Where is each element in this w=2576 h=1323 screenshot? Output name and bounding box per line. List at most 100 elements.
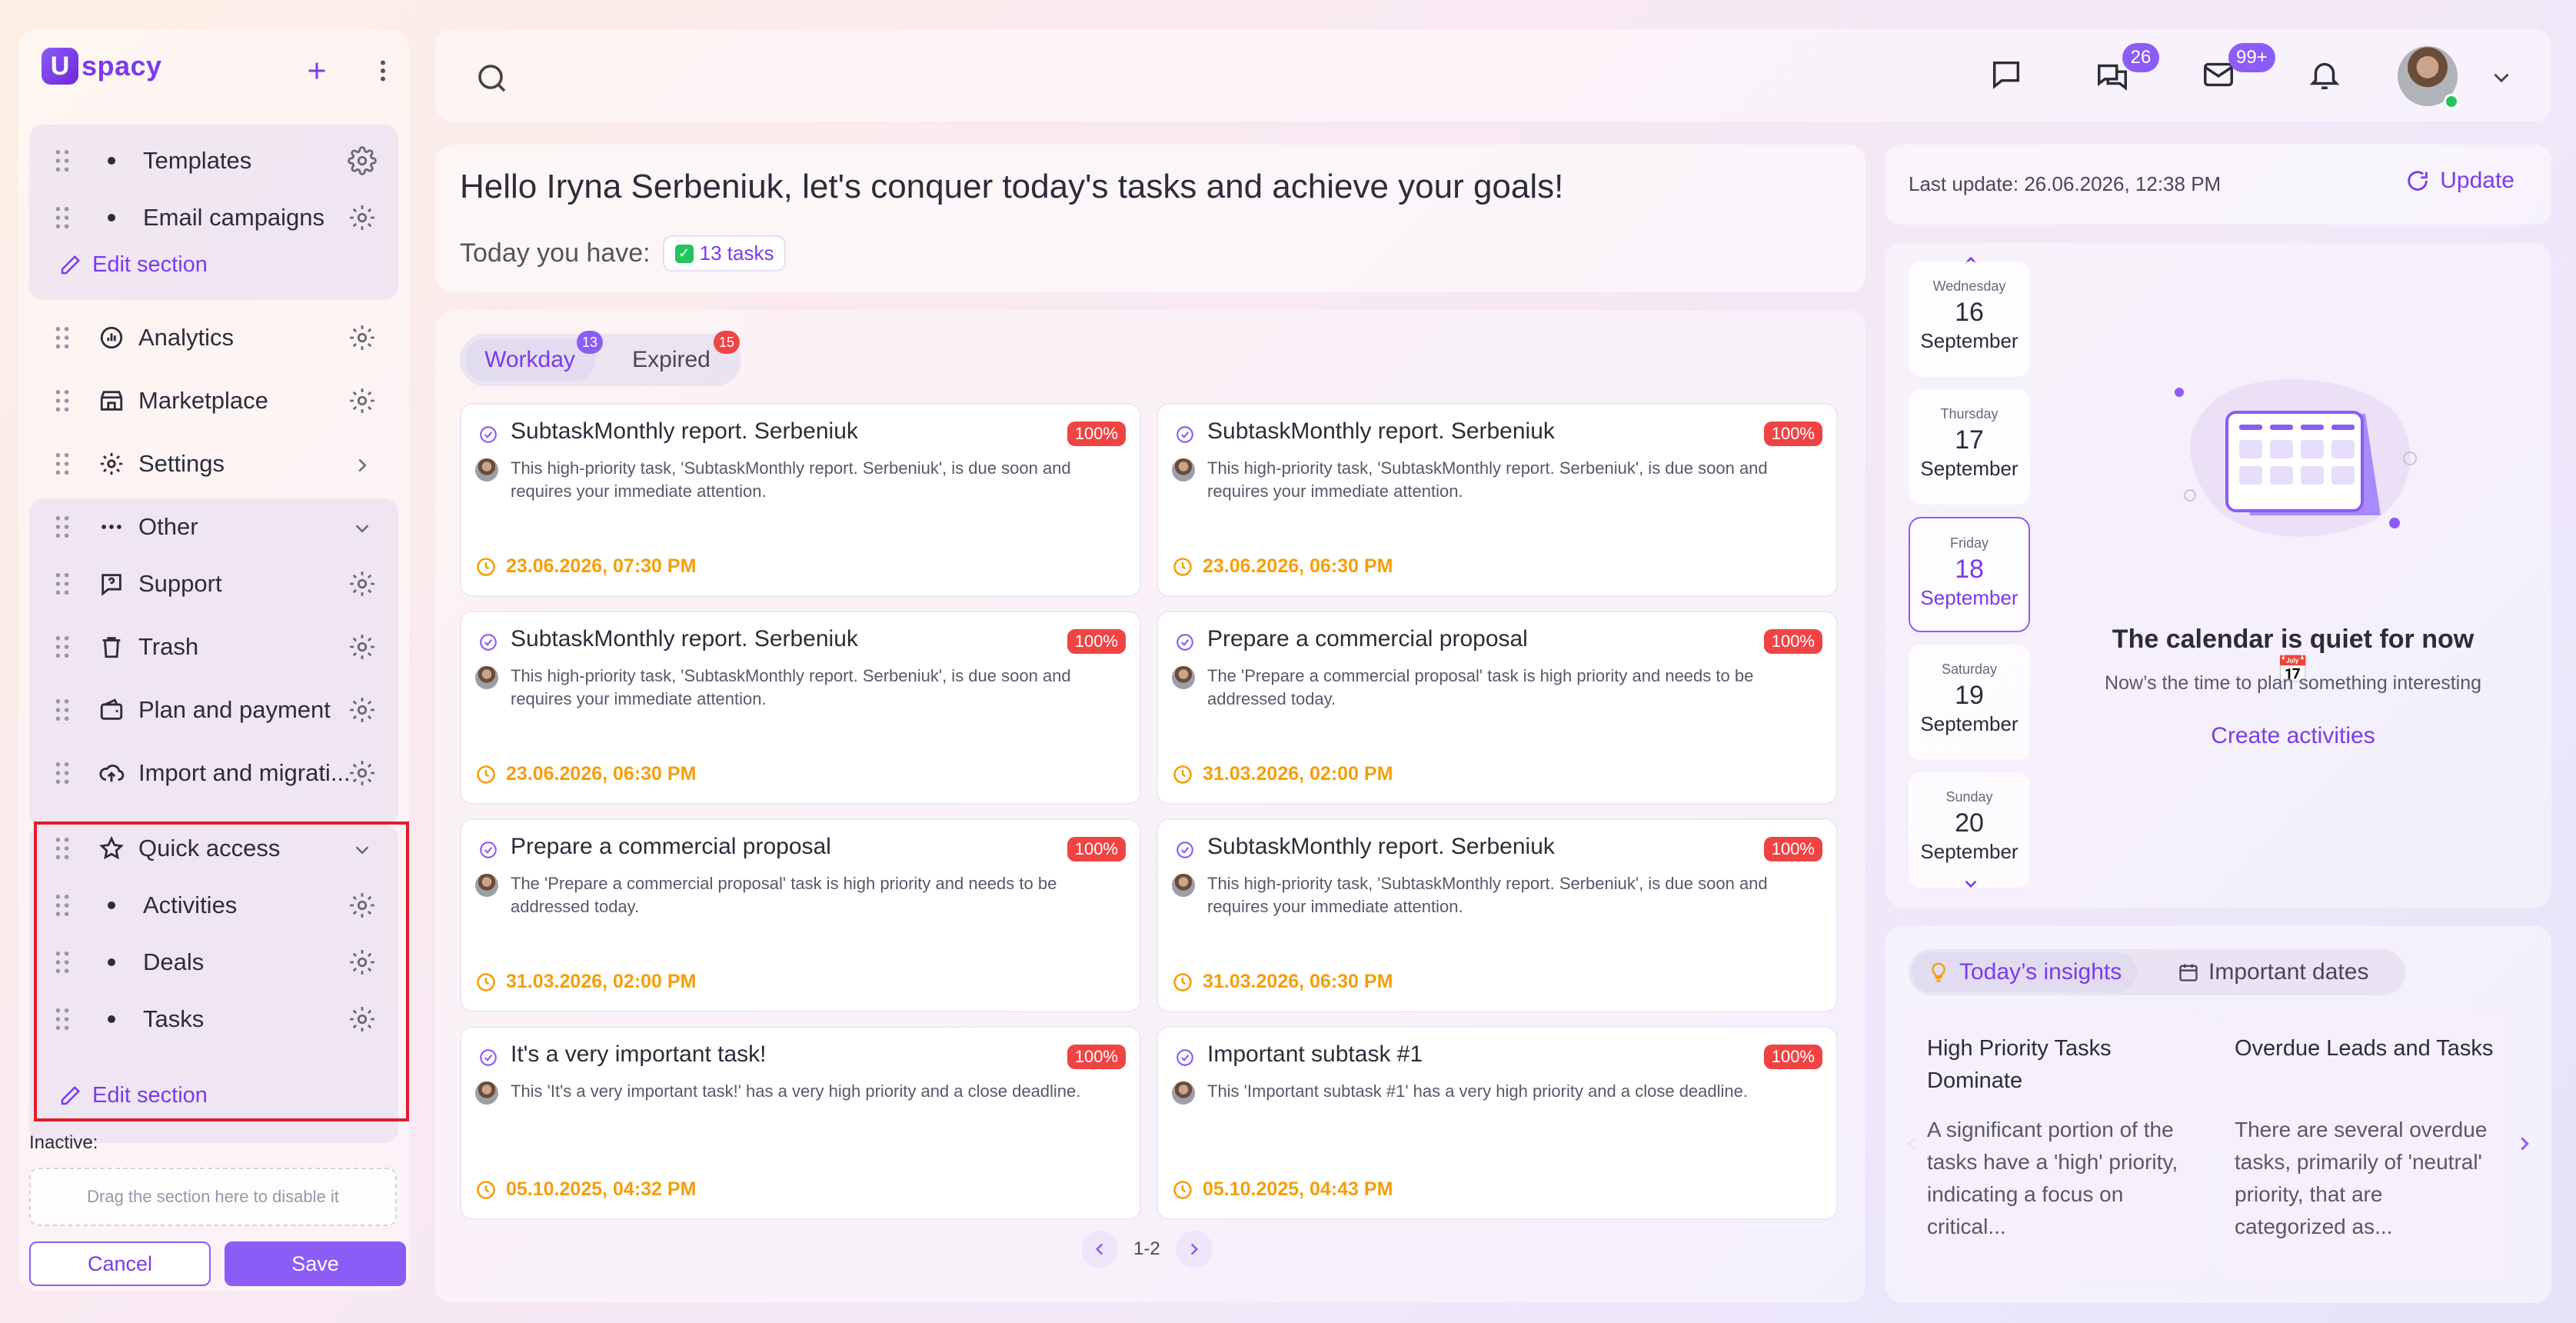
insight-card[interactable]: High Priority Tasks Dominate A significa…: [1909, 1014, 2202, 1285]
day-name: Saturday: [1941, 662, 1998, 677]
chevron-right-icon[interactable]: [351, 454, 374, 477]
sidebar-item-trash[interactable]: Trash: [29, 615, 398, 678]
task-due-date: 31.03.2026, 02:00 PM: [1172, 763, 1393, 785]
gear-icon[interactable]: [348, 323, 377, 352]
insight-card[interactable]: Overdue Leads and Tasks There are severa…: [2216, 1014, 2510, 1285]
marketplace-icon: [98, 388, 125, 414]
task-card[interactable]: Important subtask #1 100% This 'Important …: [1157, 1026, 1838, 1220]
chevron-down-icon[interactable]: [351, 517, 374, 540]
sidebar-item-support[interactable]: Support: [29, 552, 398, 615]
task-description: The 'Prepare a commercial proposal' task…: [1207, 666, 1754, 708]
tab-expired[interactable]: Expired 15: [606, 331, 740, 382]
sidebar-item-templates[interactable]: Templates: [29, 129, 398, 192]
task-description: This 'It's a very important task!' has a…: [511, 1081, 1081, 1101]
inactive-drop-zone[interactable]: Drag the section here to disable it: [29, 1168, 397, 1226]
tasks-chip[interactable]: ✓ 13 tasks: [662, 235, 787, 272]
task-due-date: 05.10.2025, 04:43 PM: [1172, 1178, 1393, 1201]
sidebar-item-marketplace[interactable]: Marketplace: [29, 369, 398, 432]
day-name: Wednesday: [1932, 278, 2006, 294]
tab-workday[interactable]: Workday 13: [464, 331, 603, 382]
tab-todays-insights[interactable]: Today’s insights: [1912, 952, 2138, 992]
gear-icon[interactable]: [348, 758, 377, 788]
task-card[interactable]: Prepare a commercial proposal 100% The 'Pr…: [1157, 611, 1838, 805]
mail-badge: 99+: [2228, 43, 2275, 72]
add-icon[interactable]: [303, 57, 331, 85]
drag-handle-icon[interactable]: [54, 698, 71, 721]
task-due-date-text: 23.06.2026, 06:30 PM: [506, 763, 697, 785]
check-icon: ✓: [674, 244, 694, 263]
sidebar-item-import-and-migration[interactable]: Import and migrati...: [29, 741, 398, 805]
prev-page-button[interactable]: [1081, 1231, 1118, 1268]
task-card[interactable]: It's a very important task! 100% This 'It'…: [460, 1026, 1141, 1220]
drag-handle-icon[interactable]: [54, 515, 71, 538]
update-button[interactable]: Update: [2405, 168, 2514, 194]
drag-handle-icon[interactable]: [54, 149, 71, 172]
task-card[interactable]: SubtaskMonthly report. Serbeniuk 100% This…: [1157, 403, 1838, 597]
task-card[interactable]: SubtaskMonthly report. Serbeniuk 100% This…: [460, 611, 1141, 805]
create-activities-link[interactable]: Create activities: [2078, 723, 2508, 749]
chevron-down-icon[interactable]: [2488, 65, 2514, 91]
cancel-button[interactable]: Cancel: [29, 1241, 211, 1286]
bell-icon[interactable]: [2307, 57, 2342, 92]
sidebar-item-label: Settings: [138, 450, 225, 477]
next-page-button[interactable]: [1175, 1231, 1213, 1268]
tab-badge: 15: [714, 331, 740, 354]
sidebar-item-email-campaigns[interactable]: Email campaigns: [29, 186, 398, 249]
task-card[interactable]: SubtaskMonthly report. Serbeniuk 100% This…: [460, 403, 1141, 597]
day-item[interactable]: Saturday 19 September: [1909, 645, 2030, 760]
today-label: Today you have:: [460, 238, 651, 268]
day-name: Thursday: [1940, 406, 1999, 422]
day-month: September: [1920, 712, 2019, 735]
day-month: September: [1920, 840, 2019, 863]
sidebar-section-other[interactable]: Other: [29, 495, 398, 558]
drag-handle-icon[interactable]: [54, 389, 71, 412]
tab-important-dates[interactable]: Important dates: [2162, 952, 2384, 992]
sidebar-item-label: Import and migrati...: [138, 759, 351, 786]
wallet-icon: [98, 697, 125, 723]
gear-icon[interactable]: [348, 632, 377, 662]
sidebar-item-settings[interactable]: Settings: [29, 432, 398, 495]
gear-icon[interactable]: [348, 569, 377, 598]
tab-label: Today’s insights: [1959, 959, 2122, 985]
drag-handle-icon[interactable]: [54, 206, 71, 229]
drag-handle-icon[interactable]: [54, 572, 71, 595]
assignee-avatar: [1172, 1081, 1195, 1105]
sidebar-item-label: Email campaigns: [143, 204, 325, 231]
sidebar-item-plan-and-payment[interactable]: Plan and payment: [29, 678, 398, 741]
chevron-down-icon[interactable]: [1961, 874, 1981, 894]
app-logo[interactable]: U spacy: [42, 48, 162, 85]
task-progress-badge: 100%: [1067, 837, 1126, 861]
task-description: This high-priority task, 'SubtaskMonthly…: [1207, 874, 1768, 916]
edit-section-link[interactable]: Edit section: [58, 252, 208, 278]
sidebar-item-analytics[interactable]: Analytics: [29, 306, 398, 369]
clock-icon: [475, 764, 497, 785]
gear-icon[interactable]: [348, 695, 377, 725]
task-due-date: 05.10.2025, 04:32 PM: [475, 1178, 696, 1201]
gear-icon[interactable]: [348, 146, 377, 175]
drag-handle-icon[interactable]: [54, 326, 71, 349]
drag-handle-icon[interactable]: [54, 452, 71, 475]
drag-handle-icon[interactable]: [54, 761, 71, 785]
task-card[interactable]: SubtaskMonthly report. Serbeniuk 100% This…: [1157, 818, 1838, 1012]
gear-icon[interactable]: [348, 386, 377, 415]
task-due-date: 23.06.2026, 06:30 PM: [475, 763, 696, 785]
gear-icon[interactable]: [348, 203, 377, 232]
day-item[interactable]: Friday 18 September: [1909, 517, 2030, 632]
more-vertical-icon[interactable]: [369, 57, 397, 85]
day-item[interactable]: Thursday 17 September: [1909, 389, 2030, 505]
task-card[interactable]: Prepare a commercial proposal 100% The 'Pr…: [460, 818, 1141, 1012]
chevron-right-icon[interactable]: [2513, 1132, 2536, 1155]
drag-handle-icon[interactable]: [54, 635, 71, 658]
messages-badge: 26: [2122, 43, 2159, 72]
day-item[interactable]: Wednesday 16 September: [1909, 262, 2030, 377]
day-item[interactable]: Sunday 20 September: [1909, 772, 2030, 888]
chat-icon[interactable]: [1989, 57, 2024, 92]
search-icon[interactable]: [474, 60, 511, 97]
task-description: This high-priority task, 'SubtaskMonthly…: [511, 458, 1071, 501]
save-button[interactable]: Save: [225, 1241, 406, 1286]
settings-icon: [98, 451, 125, 477]
assignee-avatar: [1172, 666, 1195, 689]
sidebar-item-label: Trash: [138, 633, 199, 660]
insight-title: High Priority Tasks Dominate: [1927, 1036, 2112, 1093]
day-month: September: [1920, 457, 2019, 480]
